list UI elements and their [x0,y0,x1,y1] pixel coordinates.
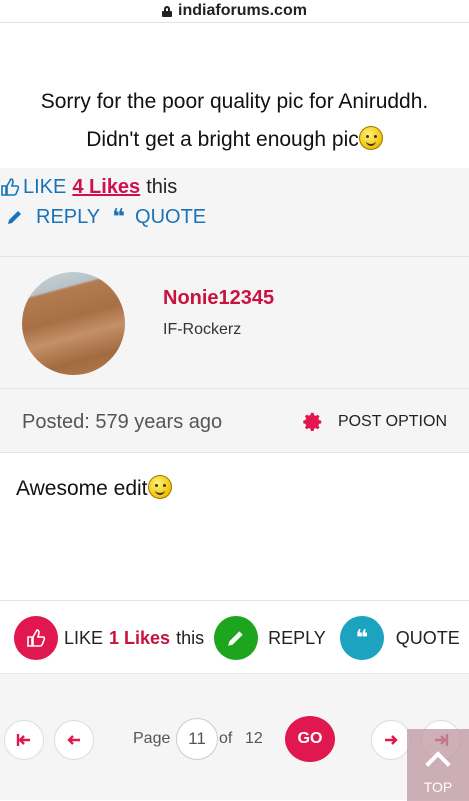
like-label[interactable]: LIKE [64,628,103,649]
reply-button[interactable]: REPLY [36,206,100,229]
pagination: Page 11 of 12 GO TOP [0,673,469,801]
thumbs-up-icon [14,616,58,660]
reply-post-text: Awesome edit [16,477,148,500]
next-page-button[interactable] [371,720,411,760]
likes-count-link[interactable]: 4 Likes [72,176,140,199]
address-bar[interactable]: indiaforums.com [0,0,469,22]
reply-action[interactable]: REPLY [214,616,326,660]
likes-suffix: this [176,627,205,648]
prev-page-button[interactable] [54,720,94,760]
like-action[interactable]: LIKE 1 Likes this [14,616,204,660]
total-pages: 12 [245,730,263,747]
likes-suffix: this [146,175,178,198]
quote-action[interactable]: ❝ QUOTE [339,616,460,660]
smile-emoji-icon [147,475,172,499]
pencil-icon [214,616,259,660]
pencil-icon[interactable] [6,208,24,226]
likes-count-link[interactable]: 1 Likes [109,628,170,649]
chevron-up-icon [425,751,451,777]
arrow-right-icon [385,735,398,745]
post-text-line-2: Didn't get a bright enough pic [0,121,469,159]
first-page-button[interactable] [4,720,44,760]
post-text-line: Sorry for the poor quality pic for Aniru… [40,90,429,113]
like-button[interactable]: LIKE [23,176,66,199]
post-meta: Posted: 579 years ago POST OPTION [0,389,469,453]
arrow-left-icon [67,735,80,745]
go-button[interactable]: GO [285,716,335,762]
post-actions: LIKE 4 Likes this REPLY ❝ QUOTE [0,168,469,256]
reply-label[interactable]: REPLY [268,628,326,649]
gear-icon [302,411,324,433]
quote-icon: ❝ [339,616,384,660]
post-body: Sorry for the poor quality pic for Aniru… [0,23,469,168]
reply-post-body: Awesome edit [0,453,469,601]
lock-icon [162,5,173,17]
first-page-icon [16,734,30,746]
top-label: TOP [423,779,453,795]
user-rank: IF-Rockerz [163,321,242,338]
quote-label[interactable]: QUOTE [396,628,460,649]
post-option-button[interactable]: POST OPTION [302,411,447,433]
of-label: of [219,730,233,747]
page-label: Page [133,730,171,747]
scroll-to-top-button[interactable]: TOP [407,729,469,801]
thumbs-up-icon[interactable] [0,177,20,197]
avatar[interactable] [22,272,125,375]
url-text: indiaforums.com [178,2,307,19]
user-info: Nonie12345 IF-Rockerz [0,256,469,389]
page-number-input[interactable]: 11 [176,718,218,760]
quote-button[interactable]: QUOTE [135,206,206,229]
reply-post-actions: LIKE 1 Likes this REPLY ❝ QUOTE [0,601,469,675]
quote-icon[interactable]: ❝ [112,204,125,230]
username-link[interactable]: Nonie12345 [163,287,274,310]
posted-time: Posted: 579 years ago [22,411,223,433]
post-option-label: POST OPTION [337,413,447,430]
confused-emoji-icon [358,126,383,150]
